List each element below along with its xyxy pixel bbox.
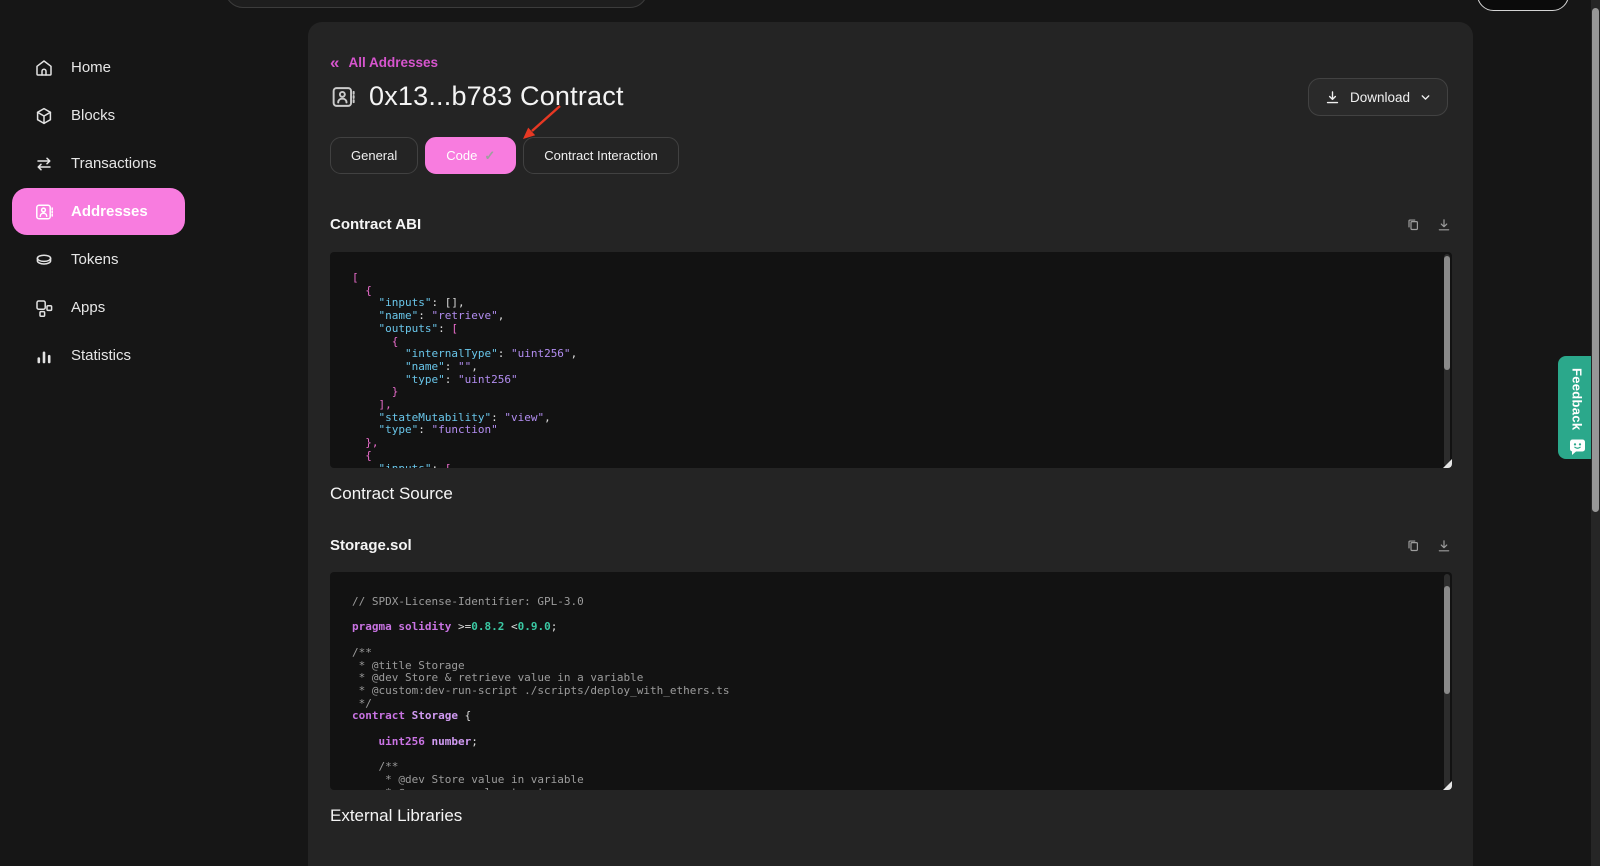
contract-abi-code-block: [ { "inputs": [], "name": "retrieve", "o… — [330, 252, 1452, 468]
sidebar-item-statistics[interactable]: Statistics — [12, 332, 185, 379]
code-line: "name": "retrieve", — [352, 310, 1428, 323]
code-line: pragma solidity >=0.8.2 <0.9.0; — [352, 621, 1428, 634]
sidebar-item-home[interactable]: Home — [12, 44, 185, 91]
code-line: { — [352, 450, 1428, 463]
code-line: // SPDX-License-Identifier: GPL-3.0 — [352, 596, 1428, 609]
sidebar-item-addresses[interactable]: Addresses — [12, 188, 185, 235]
sidebar: Home Blocks Transactions Addresses Token… — [0, 0, 308, 866]
title-row: 0x13...b783 Contract — [330, 81, 624, 112]
abi-actions — [1405, 217, 1452, 233]
external-libraries-title: External Libraries — [330, 806, 462, 826]
tab-code[interactable]: Code ✓ — [425, 137, 516, 174]
address-book-icon — [34, 202, 54, 222]
sidebar-item-label: Statistics — [71, 347, 131, 364]
code-line: [ — [352, 272, 1428, 285]
storage-sol-header: Storage.sol — [330, 537, 1452, 554]
copy-icon[interactable] — [1405, 538, 1421, 554]
code-line: "type": "function" — [352, 424, 1428, 437]
contract-abi-header: Contract ABI — [330, 216, 1452, 233]
sidebar-item-label: Apps — [71, 299, 105, 316]
contract-source-title: Contract Source — [330, 484, 453, 504]
sidebar-item-apps[interactable]: Apps — [12, 284, 185, 331]
cube-icon — [34, 106, 54, 126]
home-icon — [34, 58, 54, 78]
code-line: "inputs": [ — [352, 463, 1428, 468]
download-label: Download — [1350, 90, 1410, 105]
storage-resize-grip[interactable] — [1443, 781, 1452, 790]
bar-chart-icon — [34, 346, 54, 366]
code-line: "internalType": "uint256", — [352, 348, 1428, 361]
tab-general[interactable]: General — [330, 137, 418, 174]
code-line: "inputs": [], — [352, 297, 1428, 310]
sidebar-item-tokens[interactable]: Tokens — [12, 236, 185, 283]
page-title: 0x13...b783 Contract — [369, 81, 624, 112]
code-line: "type": "uint256" — [352, 374, 1428, 387]
main-panel: « All Addresses 0x13...b783 Contract Dow… — [308, 22, 1473, 866]
download-icon — [1324, 89, 1341, 106]
address-book-icon — [330, 84, 356, 110]
code-line — [352, 634, 1428, 647]
storage-code[interactable]: // SPDX-License-Identifier: GPL-3.0 prag… — [330, 572, 1452, 790]
storage-scrollbar-thumb[interactable] — [1444, 586, 1450, 694]
code-line: * @param num value to store — [352, 787, 1428, 790]
feedback-chat-icon — [1568, 438, 1587, 457]
top-right-button[interactable] — [1477, 0, 1569, 11]
breadcrumb-label: All Addresses — [348, 55, 438, 70]
storage-sol-code-block: // SPDX-License-Identifier: GPL-3.0 prag… — [330, 572, 1452, 790]
external-libraries-header: External Libraries — [330, 806, 1452, 826]
storage-actions — [1405, 538, 1452, 554]
abi-resize-grip[interactable] — [1443, 459, 1452, 468]
abi-scrollbar-thumb[interactable] — [1444, 256, 1450, 370]
coin-icon — [34, 250, 54, 270]
transfer-arrows-icon — [34, 154, 54, 174]
code-line: } — [352, 386, 1428, 399]
download-icon[interactable] — [1436, 538, 1452, 554]
code-line: }, — [352, 437, 1428, 450]
page-scrollbar-track[interactable] — [1591, 0, 1600, 866]
code-line: "outputs": [ — [352, 323, 1428, 336]
sidebar-item-blocks[interactable]: Blocks — [12, 92, 185, 139]
tab-contract-interaction[interactable]: Contract Interaction — [523, 137, 678, 174]
tab-bar: General Code ✓ Contract Interaction — [330, 137, 679, 174]
code-line — [352, 723, 1428, 736]
sidebar-item-transactions[interactable]: Transactions — [12, 140, 185, 187]
storage-sol-title: Storage.sol — [330, 537, 412, 554]
code-line: /** — [352, 647, 1428, 660]
contract-abi-title: Contract ABI — [330, 216, 421, 233]
copy-icon[interactable] — [1405, 217, 1421, 233]
abi-code[interactable]: [ { "inputs": [], "name": "retrieve", "o… — [330, 252, 1452, 468]
code-line: */ — [352, 698, 1428, 711]
page-scrollbar-thumb[interactable] — [1592, 8, 1599, 512]
sidebar-item-label: Transactions — [71, 155, 156, 172]
sidebar-item-label: Home — [71, 59, 111, 76]
contract-source-header: Contract Source — [330, 484, 1452, 504]
download-button[interactable]: Download — [1308, 78, 1448, 116]
code-line — [352, 748, 1428, 761]
code-line: "stateMutability": "view", — [352, 412, 1428, 425]
breadcrumb[interactable]: « All Addresses — [330, 55, 438, 70]
code-line: * @custom:dev-run-script ./scripts/deplo… — [352, 685, 1428, 698]
code-line: { — [352, 285, 1428, 298]
download-icon[interactable] — [1436, 217, 1452, 233]
sidebar-item-label: Tokens — [71, 251, 119, 268]
feedback-label: Feedback — [1570, 368, 1585, 430]
code-line: uint256 number; — [352, 736, 1428, 749]
double-chevron-left-icon: « — [330, 56, 339, 69]
sidebar-item-label: Addresses — [71, 203, 148, 220]
checkmark-icon: ✓ — [484, 148, 495, 164]
sidebar-item-label: Blocks — [71, 107, 115, 124]
apps-grid-icon — [34, 298, 54, 318]
code-line: contract Storage { — [352, 710, 1428, 723]
chevron-down-icon — [1419, 91, 1432, 104]
